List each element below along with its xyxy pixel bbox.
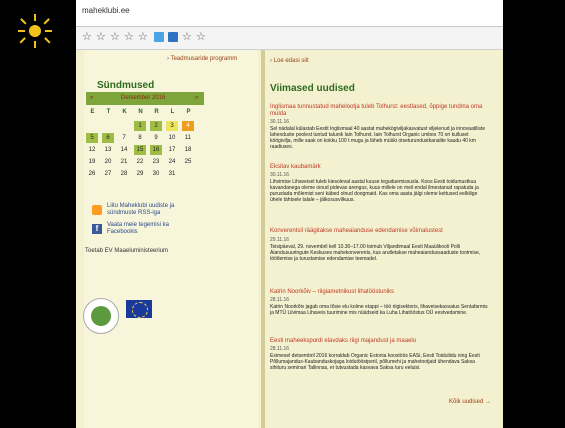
pin-icon[interactable] <box>154 32 164 42</box>
news-item-body: Esimesel detsembril 2016 korraldab Organ… <box>270 353 480 371</box>
screen: { "browser": { "title": "maheklubi.ee" }… <box>0 0 565 428</box>
sun-logo <box>18 14 52 48</box>
arrow-icon: › <box>270 58 272 64</box>
arrow-icon: › <box>167 56 169 62</box>
calendar-day[interactable]: 23 <box>150 157 162 167</box>
calendar-header: « Detsember 2016 » <box>86 92 204 105</box>
star-icon[interactable]: ☆ <box>110 32 120 43</box>
calendar-day[interactable]: 12 <box>86 145 98 155</box>
star-icon[interactable]: ☆ <box>182 32 192 43</box>
calendar-day[interactable]: 19 <box>86 157 98 167</box>
calendar-day[interactable]: 20 <box>102 157 114 167</box>
dow-label: K <box>122 109 127 115</box>
prev-month-button[interactable]: « <box>90 95 93 101</box>
bookmark-toolbar: ☆ ☆ ☆ ☆ ☆ ☆ ☆ <box>76 27 503 50</box>
star-icon[interactable]: ☆ <box>124 32 134 43</box>
news-item-title[interactable]: Eesti maheekspordi elavdaks riigi majand… <box>270 338 490 345</box>
dow-label: P <box>186 109 191 115</box>
calendar-day[interactable]: 2 <box>150 121 162 131</box>
page-title: maheklubi.ee <box>82 6 130 15</box>
bookmark-icon[interactable] <box>168 32 178 42</box>
calendar-month: Detsember 2016 <box>121 95 166 101</box>
news-item-body: Lihvimise Lihaveisel tuleb kiesoleval aa… <box>270 179 479 203</box>
calendar-day[interactable]: 1 <box>134 121 146 131</box>
news-item-body: Teisipäeval, 29. novembril kell 10.30–17… <box>270 244 481 262</box>
calendar-day[interactable]: 31 <box>166 169 178 179</box>
calendar-day[interactable]: 26 <box>86 169 98 179</box>
news-item-title[interactable]: Katrin Noorkõiv – riigiametnikust lihatö… <box>270 289 490 296</box>
news-item-date: 28.11.16 <box>270 346 290 352</box>
dow-label: N <box>138 109 143 115</box>
organic-badge <box>83 298 119 334</box>
calendar-day[interactable]: 10 <box>166 133 178 143</box>
all-news-link[interactable]: Kõik uudised → <box>449 399 491 405</box>
rss-icon[interactable] <box>92 205 102 215</box>
calendar-day[interactable]: 13 <box>102 145 114 155</box>
dow-label: R <box>154 109 159 115</box>
calendar-day[interactable]: 18 <box>182 145 194 155</box>
calendar-day[interactable]: 15 <box>134 145 146 155</box>
next-month-button[interactable]: » <box>195 95 198 101</box>
star-icon[interactable]: ☆ <box>196 32 206 43</box>
calendar-day[interactable]: 16 <box>150 145 162 155</box>
calendar-day[interactable]: 3 <box>166 121 178 131</box>
calendar-day[interactable]: 22 <box>134 157 146 167</box>
read-more-link[interactable]: › Loe edasi siit <box>270 58 309 65</box>
news-item-title[interactable]: Inglismaa tunnustatud mahelootja tuleb T… <box>270 104 490 118</box>
news-item-date: 30.11.16 <box>270 172 290 178</box>
events-title: Sündmused <box>97 80 155 91</box>
star-icon[interactable]: ☆ <box>82 32 92 43</box>
calendar-day[interactable]: 11 <box>182 133 194 143</box>
rss-link[interactable]: Liitu Maheklubi uudiste ja sündmuste RSS… <box>107 203 179 217</box>
calendar-day[interactable]: 5 <box>86 133 98 143</box>
calendar-day[interactable]: 29 <box>134 169 146 179</box>
calendar-day[interactable]: 17 <box>166 145 178 155</box>
calendar-day[interactable]: 9 <box>150 133 162 143</box>
star-icon[interactable]: ☆ <box>138 32 148 43</box>
star-icon[interactable]: ☆ <box>96 32 106 43</box>
calendar-day[interactable]: 27 <box>102 169 114 179</box>
all-news-label: Kõik uudised <box>449 399 484 405</box>
dow-label: E <box>90 109 95 115</box>
news-section-title: Viimased uudised <box>270 83 355 94</box>
calendar-day[interactable]: 8 <box>134 133 146 143</box>
calendar-day[interactable]: 28 <box>118 169 130 179</box>
program-link[interactable]: › Teadmusaride programm <box>167 56 237 63</box>
calendar-day[interactable]: 30 <box>150 169 162 179</box>
eu-flag <box>126 300 152 318</box>
calendar-day[interactable]: 4 <box>182 121 194 131</box>
news-item-date: 28.11.16 <box>270 297 290 303</box>
calendar-day[interactable]: 7 <box>118 133 130 143</box>
calendar-day[interactable]: 14 <box>118 145 130 155</box>
sidebar <box>84 50 258 428</box>
arrow-right-icon: → <box>485 399 492 405</box>
news-item-title[interactable]: Konverentsil räägitakse maheaianduse ede… <box>270 228 490 235</box>
calendar-day[interactable]: 24 <box>166 157 178 167</box>
news-item-body: Sel nädalal külastab Eestit Inglismaal 4… <box>270 126 486 150</box>
column-divider <box>261 50 265 428</box>
news-item-title[interactable]: Eksitav kaubamärk <box>270 164 490 171</box>
news-item-date: 30.11.16 <box>270 119 290 125</box>
calendar-day[interactable]: 6 <box>102 133 114 143</box>
facebook-link[interactable]: Vaata meie tegemisi ka Facebookis <box>107 222 177 236</box>
news-item-body: Katrin Noorkõiv jagab oma tõsie elu kolm… <box>270 304 488 316</box>
program-link-label: Teadmusaride programm <box>170 56 238 62</box>
news-item-date: 29.11.16 <box>270 237 290 243</box>
browser-titlebar: maheklubi.ee <box>76 0 503 27</box>
calendar-day[interactable]: 25 <box>182 157 194 167</box>
dow-label: L <box>170 109 175 115</box>
calendar-day[interactable]: 21 <box>118 157 130 167</box>
read-more-label: Loe edasi siit <box>273 58 309 64</box>
facebook-icon[interactable]: f <box>92 224 102 234</box>
support-text: Toetab EV Maaeluministeerium <box>85 248 169 254</box>
dow-label: T <box>106 109 111 115</box>
